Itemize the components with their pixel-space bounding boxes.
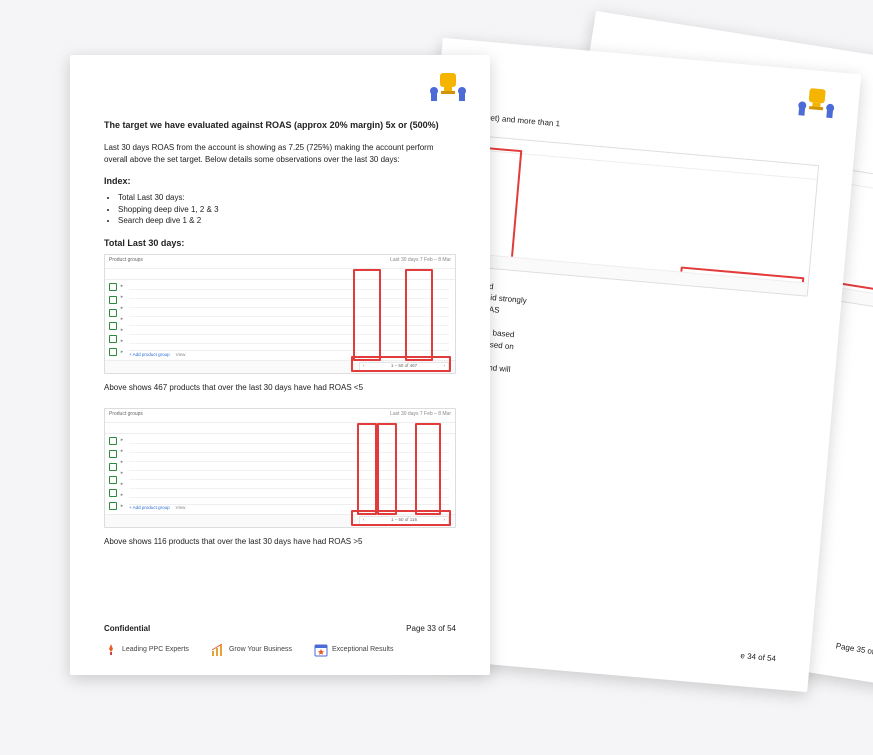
shot-date-range: Last 30 days 7 Feb – 8 Mar — [390, 257, 451, 264]
shot-checkbox-column — [109, 283, 117, 369]
trophy-icon — [426, 69, 470, 107]
shot-title: Product groups — [109, 411, 143, 417]
shot-checkbox-column — [109, 437, 117, 523]
section-total-label: Total Last 30 days: — [104, 237, 456, 250]
document-page-33: The target we have evaluated against ROA… — [70, 55, 490, 675]
rocket-icon — [104, 643, 118, 657]
footer-badge-grow: Grow Your Business — [211, 643, 292, 657]
shot-pagination-bar: ‹1 – 50 of 467› — [105, 360, 455, 373]
page-heading: The target we have evaluated against ROA… — [104, 119, 456, 132]
intro-paragraph: Last 30 days ROAS from the account is sh… — [104, 142, 456, 165]
index-label: Index: — [104, 175, 456, 188]
screenshot-product-groups-2: Product groups Last 30 days 7 Feb – 8 Ma… — [104, 408, 456, 528]
page-footer: Confidential Page 33 of 54 Leading PPC E… — [104, 623, 456, 657]
shot-filter-row — [105, 423, 455, 434]
footer-badges: Leading PPC Experts Grow Your Business E… — [104, 643, 456, 657]
screenshot-product-groups-1: Product groups Last 30 days 7 Feb – 8 Ma… — [104, 254, 456, 374]
shot-titlebar: Product groups Last 30 days 7 Feb – 8 Ma… — [105, 255, 455, 269]
index-item: Shopping deep dive 1, 2 & 3 — [118, 204, 456, 216]
screenshot-table — [457, 134, 819, 296]
index-item: Total Last 30 days: — [118, 192, 456, 204]
document-stack-stage: get) as you can see the s in the shoppin… — [0, 0, 873, 755]
confidential-label: Confidential — [104, 623, 150, 635]
index-item: Search deep dive 1 & 2 — [118, 215, 456, 227]
shot-pagination-bar: ‹1 – 50 of 116› — [105, 514, 455, 527]
footer-badge-results: Exceptional Results — [314, 643, 393, 657]
shot-date-range: Last 30 days 7 Feb – 8 Mar — [390, 411, 451, 418]
shot-rows — [129, 281, 449, 344]
trophy-icon — [793, 83, 840, 124]
shot-filter-row — [105, 269, 455, 280]
shot-title: Product groups — [109, 257, 143, 263]
shot-footer-row: + Add product groupView — [129, 504, 449, 513]
shot1-caption: Above shows 467 products that over the l… — [104, 382, 456, 394]
shot-rows — [129, 435, 449, 498]
shot-titlebar: Product groups Last 30 days 7 Feb – 8 Ma… — [105, 409, 455, 423]
body-fragment: we can bid ws us to bid strongly hitting… — [448, 278, 807, 401]
footer-badge-ppc: Leading PPC Experts — [104, 643, 189, 657]
calendar-star-icon — [314, 643, 328, 657]
shot2-caption: Above shows 116 products that over the l… — [104, 536, 456, 548]
index-list: Total Last 30 days: Shopping deep dive 1… — [118, 192, 456, 227]
shot-footer-row: + Add product groupView — [129, 350, 449, 359]
page-number: Page 33 of 54 — [406, 623, 456, 635]
growth-chart-icon — [211, 643, 225, 657]
